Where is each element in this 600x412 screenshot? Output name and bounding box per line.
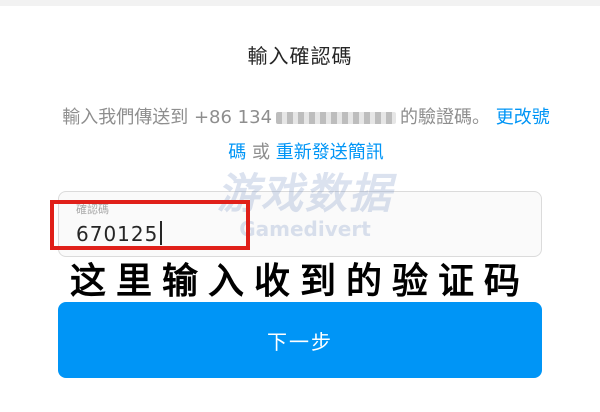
annotation-caption: 这里输入收到的验证码 — [69, 261, 530, 302]
masked-phone-number — [276, 112, 397, 124]
annotation-highlight-box — [50, 200, 250, 250]
page-title: 輸入確認碼 — [247, 44, 353, 68]
next-button[interactable]: 下一步 — [58, 302, 542, 378]
top-divider — [0, 0, 600, 6]
instruction-suffix: 的驗證碼。 — [400, 107, 491, 128]
instruction-prefix: 輸入我們傳送到 +86 134 — [62, 107, 273, 128]
